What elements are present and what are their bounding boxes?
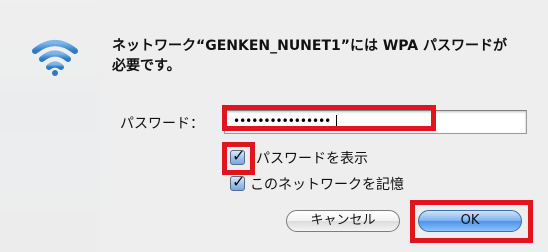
remember-network-label[interactable]: このネットワークを記憶 <box>250 174 404 194</box>
checkbox-highlight <box>222 142 255 175</box>
ok-highlight <box>410 200 533 243</box>
dialog-title: ネットワーク“GENKEN_NUNET1”には WPA パスワードが必要です。 <box>112 38 507 74</box>
show-password-label[interactable]: パスワードを表示 <box>256 148 368 168</box>
dialog-sheet: ネットワーク“GENKEN_NUNET1”には WPA パスワードが必要です。 … <box>0 0 548 252</box>
password-highlight <box>222 105 436 131</box>
cancel-button[interactable]: キャンセル <box>286 210 400 232</box>
wifi-icon <box>32 40 78 76</box>
wifi-password-dialog: ネットワーク“GENKEN_NUNET1”には WPA パスワードが必要です。 … <box>0 0 548 252</box>
password-label: パスワード： <box>120 116 204 132</box>
check-icon: ✓ <box>232 172 246 191</box>
remember-network-checkbox[interactable]: ✓ <box>230 172 245 191</box>
